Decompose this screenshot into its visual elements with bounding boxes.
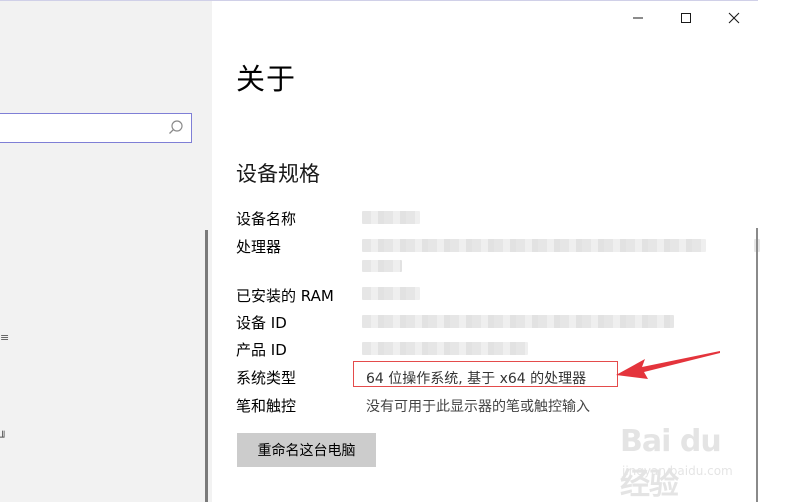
settings-sidebar: ≡ ╜ [0,0,212,502]
maximize-button[interactable] [662,0,710,36]
spec-label-processor: 处理器 [236,238,282,256]
annotation-arrow-icon [616,351,720,379]
spec-label-pen-touch: 笔和触控 [236,397,297,415]
product-id-value-redacted [362,342,528,355]
sidebar-top-border [0,0,212,1]
settings-window: ≡ ╜ 关于 设备规格 设备名称 处理器 已安装的 RAM 设备 ID 产品 I… [0,0,804,502]
device-id-value-redacted [362,315,674,328]
pen-touch-value: 没有可用于此显示器的笔或触控输入 [366,399,590,415]
spec-label-product-id: 产品 ID [236,341,287,359]
window-controls [614,0,758,36]
watermark-brand: Bai du 经验 [620,424,722,502]
baidu-jingyan-watermark: Bai du 经验 jingyan.baidu.com [616,420,756,502]
sidebar-scrollbar[interactable] [205,230,208,502]
spec-label-device-id: 设备 ID [236,314,287,332]
page-title: 关于 [236,62,297,96]
sidebar-item-fragment[interactable]: ≡ [0,332,9,344]
ram-value-redacted [362,287,420,300]
sidebar-item-fragment[interactable]: ╜ [0,432,7,444]
processor-value-redacted-line2 [362,260,402,272]
minimize-button[interactable] [614,0,662,36]
system-type-highlight [353,361,618,387]
rename-pc-button[interactable]: 重命名这台电脑 [237,433,376,467]
spec-label-ram: 已安装的 RAM [236,287,334,305]
settings-search-input[interactable] [0,113,192,143]
device-name-value-redacted [362,211,420,224]
main-scrollbar[interactable] [756,228,758,502]
spec-label-device-name: 设备名称 [236,210,297,228]
close-icon [728,12,740,24]
minimize-icon [633,17,643,19]
processor-value-redacted [362,239,706,252]
watermark-url: jingyan.baidu.com [622,464,733,478]
maximize-icon [681,13,691,23]
close-button[interactable] [710,0,758,36]
device-specs-heading: 设备规格 [236,162,320,186]
spec-label-system-type: 系统类型 [236,369,297,387]
search-icon[interactable] [167,119,185,137]
